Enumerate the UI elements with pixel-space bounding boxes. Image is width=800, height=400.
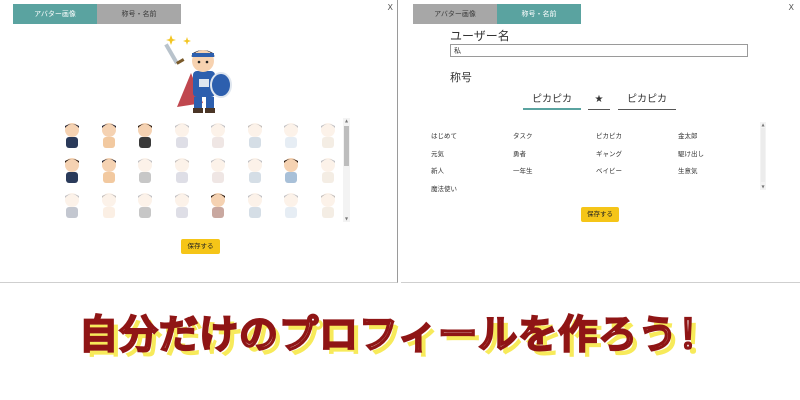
samurai-icon: [240, 120, 270, 150]
tab-title-name[interactable]: 称号・名前: [497, 4, 581, 24]
word-list-scrollbar[interactable]: ▲ ▼: [760, 122, 766, 190]
avatar-grid: [51, 118, 351, 222]
shadow-figure-icon: [167, 120, 197, 150]
ninja-warrior-icon: [167, 155, 197, 185]
mage-icon: [276, 120, 306, 150]
title-second-word-slot[interactable]: ピカピカ: [618, 91, 676, 110]
king-icon[interactable]: [203, 190, 233, 220]
elf-icon: [240, 190, 270, 220]
ninja-icon[interactable]: [57, 120, 87, 150]
tab-avatar-image[interactable]: アバター画像: [413, 4, 497, 24]
boy-icon[interactable]: [94, 120, 124, 150]
close-button[interactable]: X: [789, 3, 794, 12]
username-label: ユーザー名: [450, 29, 510, 43]
monk-icon: [167, 190, 197, 220]
title-word-option[interactable]: はじめて: [431, 130, 457, 140]
scroll-down-icon[interactable]: ▼: [760, 184, 766, 190]
scroll-up-icon[interactable]: ▲: [343, 118, 350, 124]
username-input[interactable]: [450, 44, 748, 57]
tab-title-name[interactable]: 称号・名前: [97, 4, 181, 24]
scroll-down-icon[interactable]: ▼: [343, 216, 350, 222]
avatar-grid-scrollbar[interactable]: ▲ ▼: [343, 118, 350, 222]
close-button[interactable]: X: [388, 3, 393, 12]
title-first-word-slot[interactable]: ピカピカ: [523, 91, 581, 110]
promo-banner-text: 自分だけのプロフィールを作ろう！: [78, 312, 719, 359]
avatar-settings-panel: アバター画像 称号・名前 X ▲ ▼ 保存する: [0, 0, 398, 283]
title-word-option[interactable]: ピカピカ: [596, 130, 622, 140]
title-separator-slot[interactable]: ★: [588, 91, 610, 110]
girl-icon[interactable]: [130, 120, 160, 150]
witch-icon[interactable]: [57, 155, 87, 185]
angel-icon: [203, 155, 233, 185]
hero-avatar-icon: [163, 33, 241, 115]
title-word-option[interactable]: 元気: [431, 148, 444, 158]
maid-icon: [203, 120, 233, 150]
title-word-option[interactable]: 生意気: [678, 165, 698, 175]
title-word-option[interactable]: ベイビー: [596, 165, 622, 175]
explorer-icon: [130, 190, 160, 220]
tab-bar: アバター画像 称号・名前: [13, 4, 181, 24]
pharaoh-icon: [57, 190, 87, 220]
archer-icon: [313, 120, 343, 150]
save-title-button[interactable]: 保存する: [581, 207, 619, 222]
robot-icon: [313, 190, 343, 220]
dragon-icon: [313, 155, 343, 185]
title-word-option[interactable]: 一年生: [513, 165, 533, 175]
save-avatar-button[interactable]: 保存する: [181, 239, 220, 254]
fighter-icon: [240, 155, 270, 185]
scrollbar-thumb[interactable]: [344, 126, 349, 166]
title-word-option[interactable]: 勇者: [513, 148, 526, 158]
title-word-option[interactable]: 金太郎: [678, 130, 698, 140]
title-label: 称号: [450, 71, 472, 84]
pink-character-icon: [130, 155, 160, 185]
assassin-icon: [276, 190, 306, 220]
title-word-option[interactable]: ギャング: [596, 148, 622, 158]
title-word-option[interactable]: 駆け出し: [678, 148, 704, 158]
title-word-option[interactable]: 魔法使い: [431, 183, 457, 193]
tab-avatar-image[interactable]: アバター画像: [13, 4, 97, 24]
title-settings-panel: アバター画像 称号・名前 X ユーザー名 称号 ピカピカ ★ ピカピカ はじめて…: [401, 0, 800, 283]
wizard-icon[interactable]: [94, 155, 124, 185]
hero-knight-icon[interactable]: [276, 155, 306, 185]
ghost-icon: [94, 190, 124, 220]
tab-bar: アバター画像 称号・名前: [413, 4, 581, 24]
scrollbar-thumb[interactable]: [761, 128, 765, 182]
title-word-option[interactable]: 新人: [431, 165, 444, 175]
title-word-option[interactable]: タスク: [513, 130, 533, 140]
